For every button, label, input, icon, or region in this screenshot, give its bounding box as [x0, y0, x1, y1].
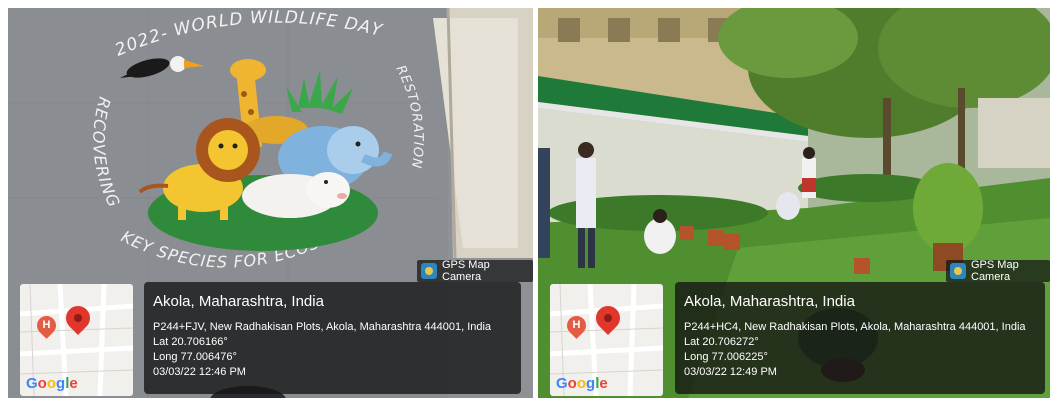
hospital-marker-letter: H	[572, 319, 581, 331]
gps-tag-label: GPS Map Camera	[442, 259, 490, 283]
latitude-line: Lat 20.706166°	[153, 336, 228, 348]
hospital-marker-letter: H	[42, 319, 51, 331]
gps-map-camera-tag: GPS Map Camera	[946, 259, 1050, 283]
location-title: Akola, Maharashtra, India	[153, 293, 324, 310]
photo-panel-rangoli: 2022- WORLD WILDLIFE DAY RECOVERING KEY …	[8, 8, 533, 398]
address-line: P244+HC4, New Radhakisan Plots, Akola, M…	[684, 321, 1026, 333]
location-info-box: Akola, Maharashtra, India P244+HC4, New …	[675, 282, 1045, 394]
longitude-line: Long 77.006225°	[684, 351, 768, 363]
gps-map-camera-icon	[950, 263, 966, 279]
location-info-box: Akola, Maharashtra, India P244+FJV, New …	[144, 282, 521, 394]
gps-map-camera-tag: GPS Map Camera	[417, 259, 533, 283]
google-logo: Google	[556, 375, 608, 392]
gps-map-camera-icon	[421, 263, 437, 279]
datetime-line: 03/03/22 12:49 PM	[684, 366, 777, 378]
datetime-line: 03/03/22 12:46 PM	[153, 366, 246, 378]
location-title: Akola, Maharashtra, India	[684, 293, 855, 310]
mini-map: H Google	[20, 284, 133, 396]
google-logo: Google	[26, 375, 78, 392]
photo-panel-garden: GPS Map Camera H Google Akola, Maharasht…	[538, 8, 1050, 398]
address-line: P244+FJV, New Radhakisan Plots, Akola, M…	[153, 321, 492, 333]
gps-tag-label: GPS Map Camera	[971, 259, 1019, 283]
latitude-line: Lat 20.706272°	[684, 336, 759, 348]
longitude-line: Long 77.006476°	[153, 351, 237, 363]
mini-map: H Google	[550, 284, 663, 396]
